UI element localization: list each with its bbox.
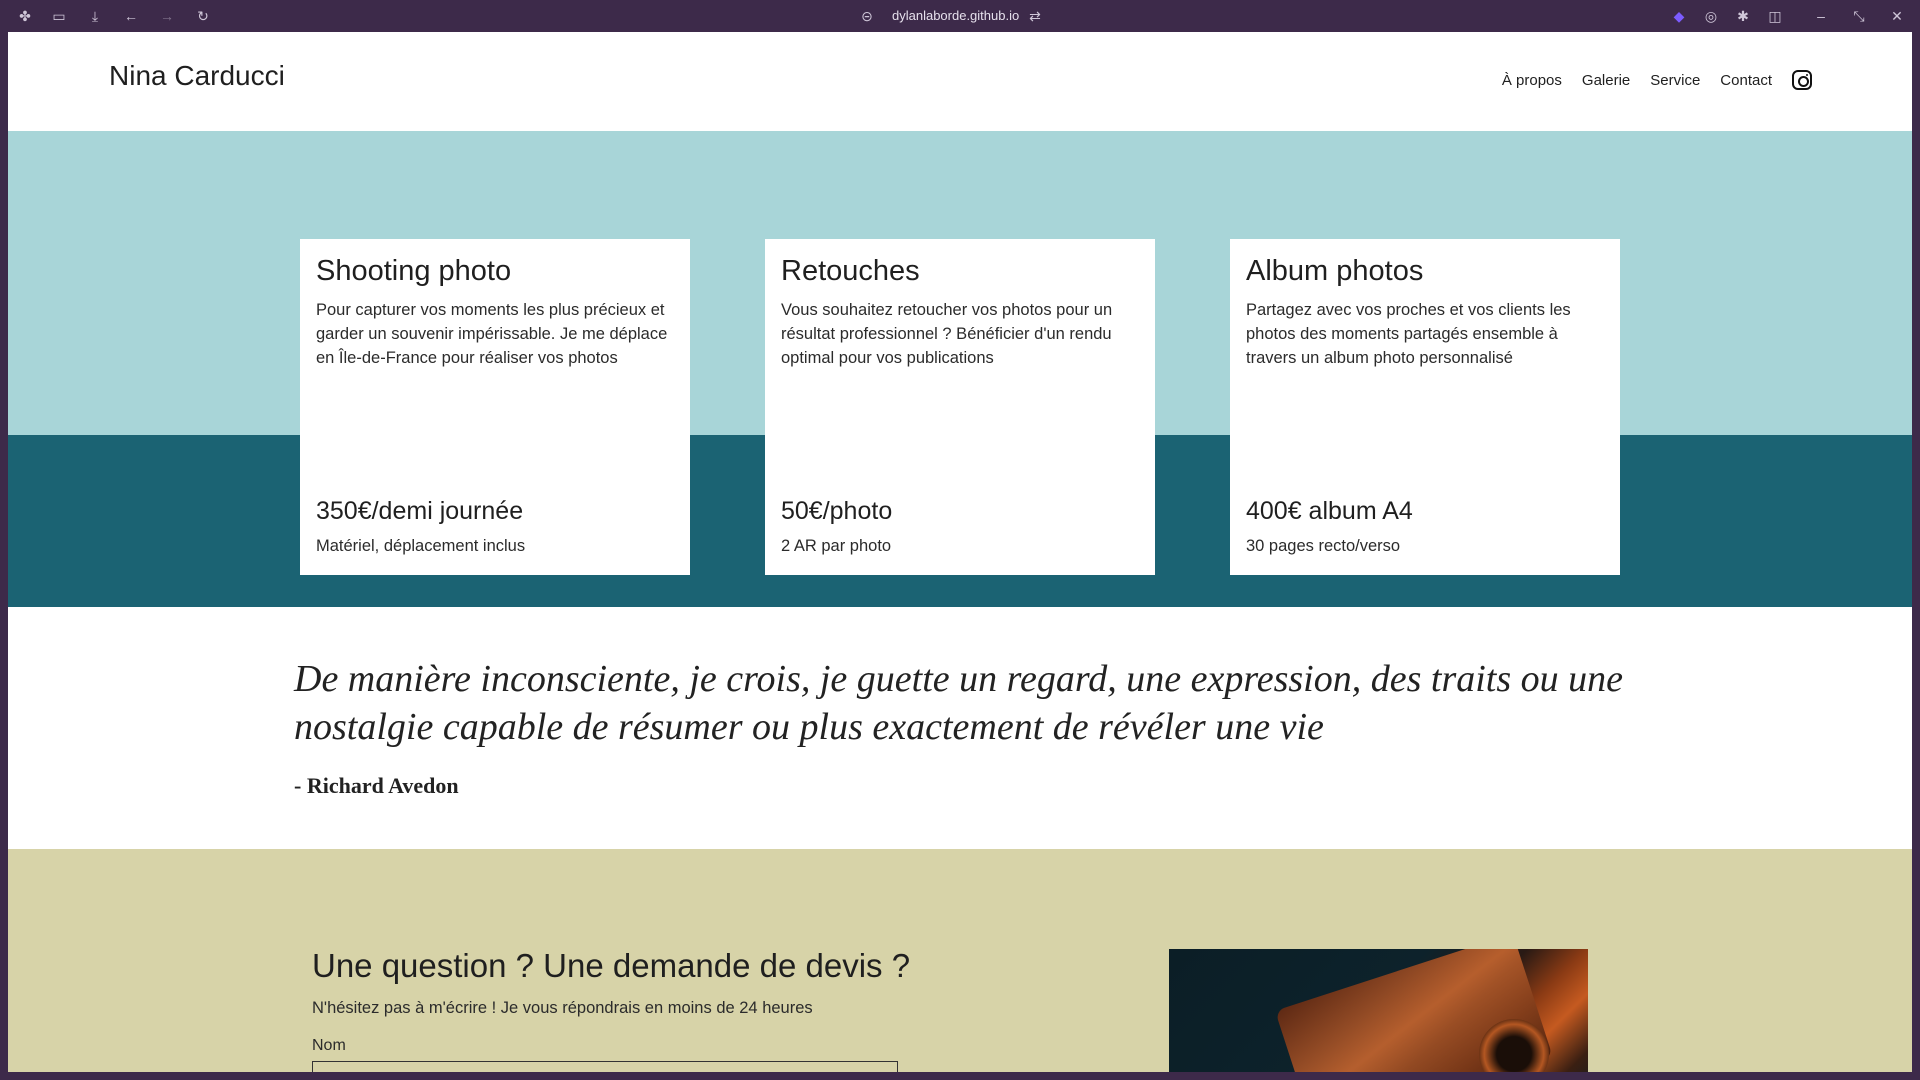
name-label: Nom — [312, 1037, 346, 1054]
service-card-price: 350€/demi journée — [316, 497, 524, 525]
service-card-price: 400€ album A4 — [1246, 497, 1413, 525]
nav-link-contact[interactable]: Contact — [1720, 72, 1772, 89]
service-card-title: Album photos — [1246, 255, 1424, 287]
browser-toolbar: ✤ ▭ ⤓ ← → ↻ ⊝ dylanlaborde.github.io ⇄ ◆… — [0, 0, 1920, 32]
workspaces-icon[interactable]: ✤ — [16, 7, 34, 25]
service-card-description: Pour capturer vos moments les plus préci… — [316, 301, 668, 367]
link-icon: ⊝ — [861, 7, 873, 24]
service-card-description: Partagez avec vos proches et vos clients… — [1246, 301, 1571, 367]
service-card-title: Retouches — [781, 255, 920, 287]
reload-icon[interactable]: ↻ — [194, 7, 212, 25]
service-card-note: 2 AR par photo — [781, 537, 892, 555]
close-icon[interactable]: ✕ — [1888, 7, 1906, 25]
minimize-icon[interactable]: – — [1812, 7, 1830, 25]
service-card-note: 30 pages recto/verso — [1246, 537, 1401, 555]
service-card: Retouches Vous souhaitez retoucher vos p… — [765, 239, 1155, 575]
contact-title: Une question ? Une demande de devis ? — [312, 947, 911, 984]
service-card-title: Shooting photo — [316, 255, 512, 287]
back-icon[interactable]: ← — [122, 7, 140, 25]
download-icon[interactable]: ⤓ — [86, 7, 104, 25]
camera-photo — [1169, 949, 1588, 1072]
name-input[interactable] — [312, 1061, 898, 1072]
main-nav: À propos Galerie Service Contact — [1482, 70, 1812, 90]
web-page: Nina Carducci À propos Galerie Service C… — [8, 32, 1912, 1072]
service-card-note: Matériel, déplacement inclus — [316, 537, 526, 555]
contact-section: Une question ? Une demande de devis ? N'… — [8, 849, 1912, 1072]
nav-link-about[interactable]: À propos — [1502, 72, 1562, 89]
services-section: Shooting photo Pour capturer vos moments… — [8, 131, 1912, 607]
sidebar-icon[interactable]: ▭ — [50, 7, 68, 25]
service-card-price: 50€/photo — [781, 497, 893, 525]
forward-icon[interactable]: → — [158, 7, 176, 25]
contact-subtitle: N'hésitez pas à m'écrire ! Je vous répon… — [312, 999, 813, 1017]
record-icon[interactable]: ◎ — [1702, 7, 1720, 25]
restore-icon[interactable]: ⤡ — [1850, 7, 1868, 25]
service-card-description: Vous souhaitez retoucher vos photos pour… — [781, 301, 1113, 367]
nav-link-service[interactable]: Service — [1650, 72, 1700, 89]
settings-icon[interactable]: ✱ — [1734, 7, 1752, 25]
tune-icon[interactable]: ⇄ — [1026, 7, 1044, 25]
quote-text: De manière inconsciente, je crois, je gu… — [294, 658, 1623, 748]
site-brand[interactable]: Nina Carducci — [109, 60, 285, 92]
site-header: Nina Carducci À propos Galerie Service C… — [8, 32, 1912, 131]
service-card: Album photos Partagez avec vos proches e… — [1230, 239, 1620, 575]
nav-link-gallery[interactable]: Galerie — [1582, 72, 1630, 89]
split-view-icon[interactable]: ◫ — [1766, 7, 1784, 25]
address-bar-url[interactable]: dylanlaborde.github.io — [892, 8, 1019, 23]
instagram-icon[interactable] — [1792, 70, 1812, 90]
quote-author: - Richard Avedon — [294, 773, 459, 798]
extension-icon[interactable]: ◆ — [1670, 7, 1688, 25]
service-card: Shooting photo Pour capturer vos moments… — [300, 239, 690, 575]
quote-section: De manière inconsciente, je crois, je gu… — [8, 607, 1912, 849]
